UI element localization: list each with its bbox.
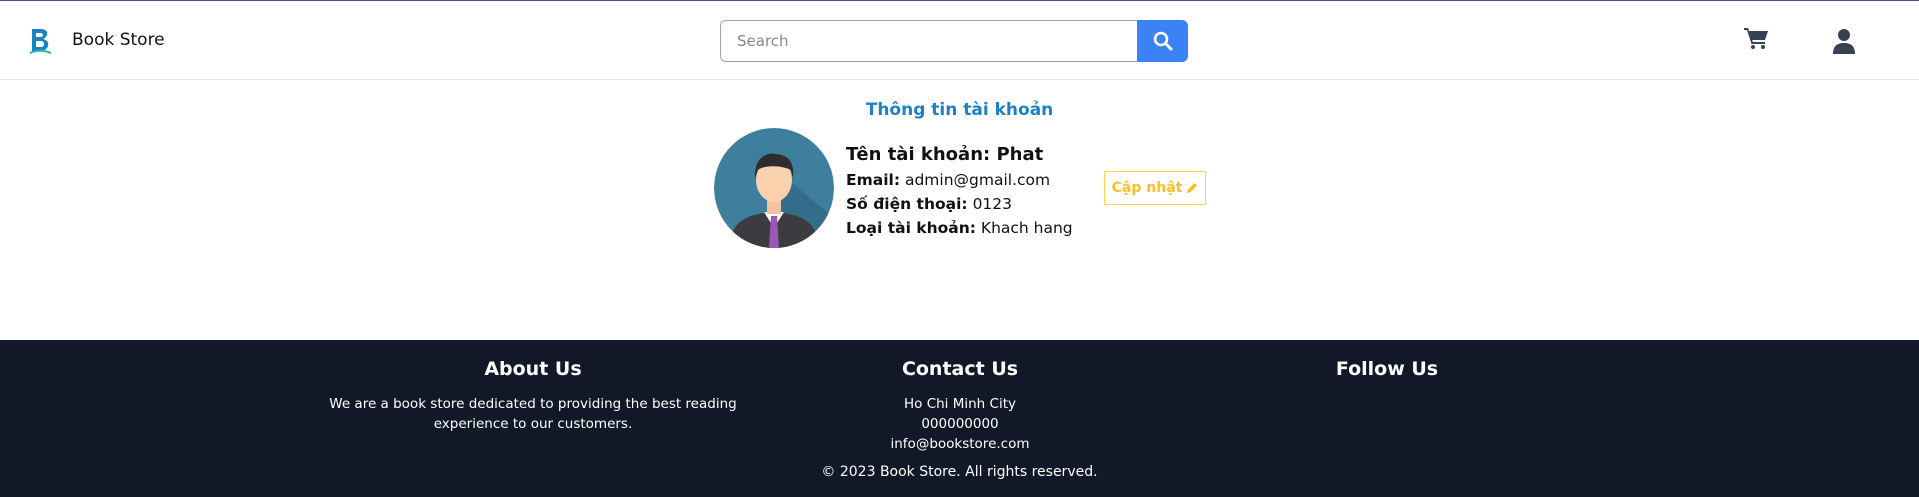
- account-name-label: Tên tài khoản:: [846, 144, 991, 165]
- account-type-value: Khach hang: [980, 219, 1073, 237]
- account-name-value: Phat: [996, 144, 1044, 165]
- contact-title: Contact Us: [901, 358, 1019, 380]
- contact-phone: 000000000: [921, 416, 999, 432]
- email-value: admin@gmail.com: [904, 171, 1051, 189]
- footer-contact: Contact Us Ho Chi Minh City 000000000 in…: [747, 354, 1173, 454]
- brand-name[interactable]: Book Store: [72, 30, 165, 50]
- search-icon: [1153, 31, 1172, 51]
- page-title: Thông tin tài khoản: [865, 100, 1054, 120]
- phone-row: Số điện thoại: 0123: [846, 192, 1073, 216]
- search-bar: [720, 20, 1188, 62]
- avatar: [714, 128, 834, 248]
- update-button[interactable]: Cập nhật: [1104, 171, 1206, 205]
- contact-city: Ho Chi Minh City: [904, 396, 1016, 412]
- account-type-row: Loại tài khoản: Khach hang: [846, 216, 1073, 240]
- search-button[interactable]: [1137, 20, 1188, 62]
- account-type-label: Loại tài khoản:: [846, 219, 976, 237]
- email-row: Email: admin@gmail.com: [846, 168, 1073, 192]
- bookstore-logo[interactable]: [28, 27, 52, 55]
- search-input[interactable]: [720, 20, 1138, 62]
- about-text: We are a book store dedicated to providi…: [329, 396, 737, 432]
- account-name-row: Tên tài khoản: Phat: [846, 142, 1073, 168]
- phone-value: 0123: [972, 195, 1013, 213]
- follow-title: Follow Us: [1335, 358, 1439, 380]
- phone-label: Số điện thoại:: [846, 195, 968, 213]
- user-icon[interactable]: [1832, 28, 1856, 54]
- contact-email[interactable]: info@bookstore.com: [747, 434, 1173, 454]
- copyright: © 2023 Book Store. All rights reserved.: [821, 464, 1098, 480]
- footer-follow: Follow Us: [1174, 354, 1600, 394]
- footer-about: About Us We are a book store dedicated t…: [320, 354, 746, 434]
- footer: About Us We are a book store dedicated t…: [0, 340, 1919, 497]
- update-button-label: Cập nhật: [1111, 180, 1183, 196]
- pencil-icon: [1187, 183, 1198, 193]
- cart-icon[interactable]: [1744, 26, 1770, 50]
- email-label: Email:: [846, 171, 901, 189]
- about-title: About Us: [484, 358, 582, 380]
- navbar: Book Store: [0, 1, 1919, 80]
- account-info: Tên tài khoản: Phat Email: admin@gmail.c…: [846, 142, 1073, 240]
